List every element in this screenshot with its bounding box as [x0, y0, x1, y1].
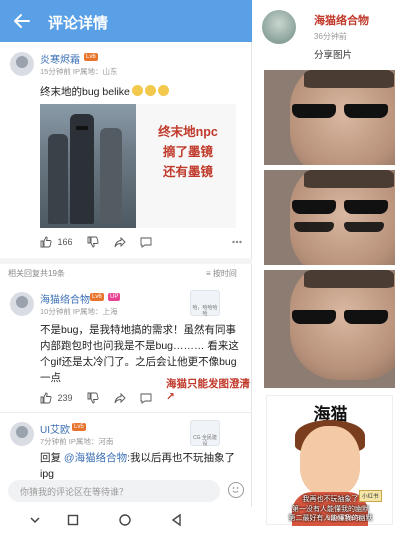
- reply-meta: 7分钟前 IP属地：河南: [40, 437, 114, 446]
- section-divider: [0, 258, 252, 264]
- like-count: 239: [57, 393, 73, 403]
- thumbs-up-icon[interactable]: [40, 392, 52, 404]
- sort-by-time[interactable]: ≡ 按时间: [206, 268, 237, 279]
- cat-emoji-icon: [157, 85, 169, 96]
- smile-icon: [232, 487, 239, 493]
- annotation-note: 海猫只能发图澄清↗: [166, 378, 250, 403]
- reply-actions: 239: [40, 392, 152, 404]
- up-badge: UP: [108, 293, 121, 301]
- level-badge: Lv5: [72, 423, 86, 431]
- post-username[interactable]: 炎寒烬霜: [40, 51, 80, 66]
- comment-icon[interactable]: [140, 236, 152, 248]
- like-count: 166: [57, 237, 73, 247]
- level-badge: Lv6: [84, 53, 98, 61]
- level-badge: Lv6: [90, 293, 104, 301]
- circle-home-icon[interactable]: [118, 513, 132, 527]
- xiaohongshu-badge: 小红书: [359, 490, 382, 502]
- top-bar: 评论详情: [0, 0, 252, 42]
- post-meta: 15分钟前 IP属地：山东: [40, 67, 118, 76]
- image-caption: 终末地npc 摘了墨镜 还有墨镜: [158, 125, 218, 179]
- reply-username[interactable]: 海猫络合物: [40, 291, 90, 306]
- reply-username[interactable]: UI艾欧: [40, 421, 70, 436]
- thumbs-down-icon[interactable]: [87, 392, 99, 404]
- npc-gif: [40, 104, 136, 228]
- emoji-button[interactable]: [228, 482, 244, 498]
- post-time: 36分钟前: [314, 32, 347, 41]
- divider: [0, 412, 252, 413]
- share-icon[interactable]: [114, 236, 126, 248]
- avatar[interactable]: [10, 52, 34, 76]
- system-nav-bar: [0, 507, 252, 533]
- share-label: 分享图片: [314, 50, 353, 61]
- replies-header: 相关回复共19条: [8, 269, 65, 278]
- square-recents-icon[interactable]: [66, 513, 80, 527]
- arrow-left-icon: [14, 14, 30, 28]
- comment-icon[interactable]: [140, 392, 152, 404]
- sunglasses-frame-3[interactable]: [264, 270, 395, 388]
- back-button[interactable]: [10, 9, 34, 33]
- avatar[interactable]: [10, 292, 34, 316]
- sunglasses-frame-1[interactable]: [264, 70, 395, 165]
- post-text: 终末地的bug belike: [40, 84, 169, 100]
- reply-meta: 10分钟前 IP属地：上海: [40, 307, 118, 316]
- watermark: 3500676676: [327, 516, 361, 522]
- sunglasses-frame-2[interactable]: [264, 170, 395, 265]
- cat-emoji-icon: [144, 85, 156, 96]
- post-image[interactable]: 终末地npc 摘了墨镜 还有墨镜: [40, 104, 236, 228]
- more-icon[interactable]: [232, 240, 242, 244]
- comment-detail-panel: 评论详情 炎寒烬霜 Lv6 15分钟前 IP属地：山东 终末地的bug beli…: [0, 0, 252, 533]
- chevron-down-icon[interactable]: [28, 513, 42, 527]
- fan-sticker: 哈，哈哈哈哈: [190, 290, 220, 317]
- share-icon[interactable]: [114, 392, 126, 404]
- thumbs-up-icon[interactable]: [40, 236, 52, 248]
- cat-emoji-icon: [131, 85, 143, 96]
- mention-link[interactable]: @海猫络合物: [64, 452, 127, 464]
- fan-sticker: CG 全民建设: [190, 420, 220, 447]
- meme-image[interactable]: 海猫 我再也不玩抽象了 第一没有人能懂我的幽默 第二最好有人能懂我的幽默 小红书…: [266, 395, 393, 526]
- post-actions: 166: [40, 236, 152, 248]
- comment-input[interactable]: 你猜我的评论区在等待谁？: [8, 480, 220, 502]
- thumbs-down-icon[interactable]: [87, 236, 99, 248]
- triangle-back-icon[interactable]: [170, 513, 184, 527]
- page-title: 评论详情: [48, 15, 109, 32]
- avatar[interactable]: [10, 422, 34, 446]
- share-post-panel: 海猫络合物 36分钟前 分享图片 海猫 我再也不玩抽象了 第一没有人能懂我的幽默…: [252, 0, 400, 533]
- author-name[interactable]: 海猫络合物: [314, 12, 369, 28]
- author-avatar[interactable]: [262, 10, 296, 44]
- reply-text: 回复 @海猫络合物:我以后再也不玩抽象了 ipg: [40, 452, 236, 480]
